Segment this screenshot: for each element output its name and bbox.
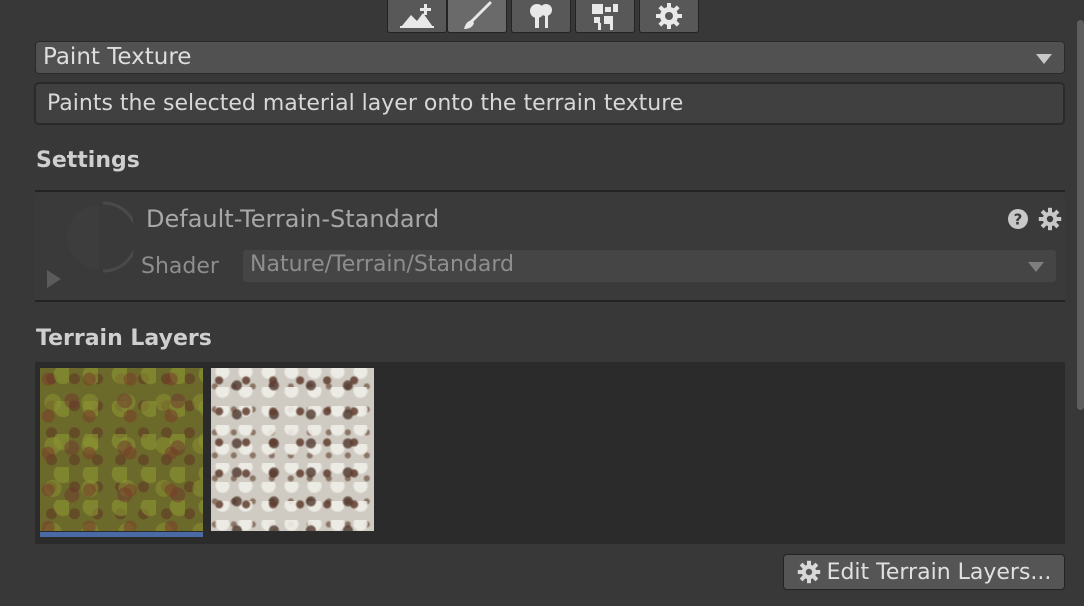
paint-details-tool-button[interactable] xyxy=(575,0,635,33)
terrain-layer-rock[interactable] xyxy=(211,368,374,531)
tool-mode-value: Paint Texture xyxy=(43,44,192,70)
material-name: Default-Terrain-Standard xyxy=(146,205,440,233)
gear-icon[interactable] xyxy=(1038,207,1062,231)
divider xyxy=(35,300,1065,302)
edit-terrain-layers-label: Edit Terrain Layers... xyxy=(826,559,1052,585)
terrain-settings-icon xyxy=(656,3,682,29)
create-neighbor-terrain-button[interactable] xyxy=(387,0,447,33)
shader-label: Shader xyxy=(141,254,219,279)
paint-trees-icon xyxy=(530,4,552,28)
divider xyxy=(35,190,1065,192)
create-neighbor-terrain-icon xyxy=(400,4,434,28)
shader-dropdown[interactable]: Nature/Terrain/Standard xyxy=(243,250,1056,282)
paint-texture-tool-button[interactable] xyxy=(447,0,507,33)
paint-trees-tool-button[interactable] xyxy=(511,0,571,33)
gear-icon xyxy=(797,560,820,584)
help-text: Paints the selected material layer onto … xyxy=(47,91,684,116)
help-icon[interactable]: ? xyxy=(1007,208,1029,230)
paint-details-icon xyxy=(592,4,618,30)
scrollbar[interactable] xyxy=(1077,20,1084,410)
edit-terrain-layers-button[interactable]: Edit Terrain Layers... xyxy=(783,554,1065,590)
chevron-down-icon xyxy=(1028,262,1044,272)
tool-mode-dropdown[interactable]: Paint Texture xyxy=(35,41,1065,74)
terrain-settings-tool-button[interactable] xyxy=(639,0,699,33)
terrain-layer-grass[interactable] xyxy=(40,368,203,531)
selection-indicator xyxy=(40,532,203,537)
settings-header: Settings xyxy=(36,148,140,173)
chevron-down-icon xyxy=(1036,54,1052,64)
foldout-arrow-icon[interactable] xyxy=(47,270,61,288)
shader-value: Nature/Terrain/Standard xyxy=(250,252,514,277)
svg-text:?: ? xyxy=(1014,211,1023,229)
material-preview-icon xyxy=(67,201,133,273)
terrain-layers-header: Terrain Layers xyxy=(36,326,212,351)
paint-brush-icon xyxy=(464,1,492,29)
material-editor: Default-Terrain-Standard ? Shader Nature… xyxy=(35,193,1065,300)
help-box: Paints the selected material layer onto … xyxy=(34,82,1065,125)
